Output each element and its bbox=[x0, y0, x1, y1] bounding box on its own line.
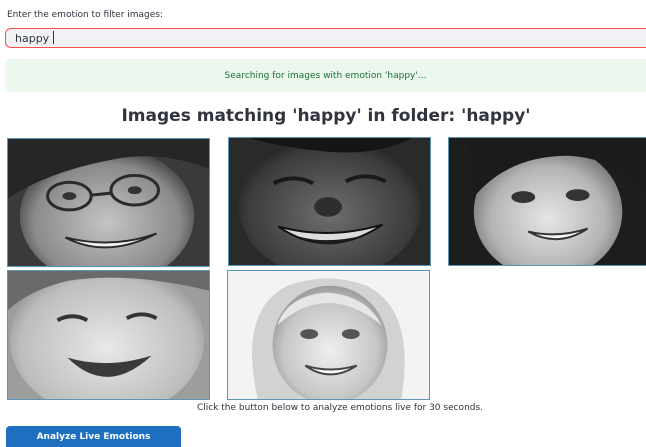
results-title: Images matching 'happy' in folder: 'happ… bbox=[121, 106, 531, 126]
result-image bbox=[7, 138, 210, 267]
result-image bbox=[228, 137, 431, 266]
face-photo-1 bbox=[8, 139, 209, 266]
filter-label: Enter the emotion to filter images: bbox=[7, 10, 164, 20]
analyze-live-emotions-button[interactable]: Analyze Live Emotions bbox=[6, 426, 181, 447]
result-image bbox=[448, 137, 646, 266]
emotion-filter-app: Enter the emotion to filter images: Sear… bbox=[0, 0, 646, 447]
live-analysis-caption: Click the button below to analyze emotio… bbox=[196, 403, 484, 413]
face-photo-5 bbox=[228, 271, 429, 399]
emotion-filter-input[interactable] bbox=[5, 28, 646, 48]
face-photo-3 bbox=[449, 138, 646, 265]
status-message: Searching for images with emotion 'happy… bbox=[224, 70, 427, 81]
status-banner: Searching for images with emotion 'happy… bbox=[5, 59, 646, 92]
result-image bbox=[227, 270, 430, 400]
face-photo-4 bbox=[8, 271, 209, 399]
text-caret bbox=[53, 31, 54, 44]
face-photo-2 bbox=[229, 138, 430, 265]
result-image bbox=[7, 270, 210, 400]
